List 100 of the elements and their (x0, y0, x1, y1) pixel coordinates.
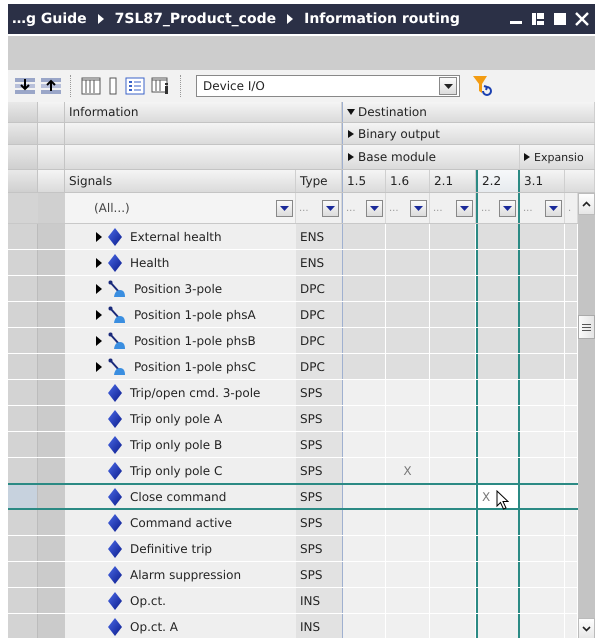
maximize-icon[interactable] (553, 12, 567, 26)
scroll-up-button[interactable] (578, 193, 595, 215)
column-header[interactable]: 2.2 (476, 170, 520, 192)
row-header-cell[interactable] (8, 224, 38, 249)
routing-cell[interactable] (476, 562, 520, 587)
row-header-cell[interactable] (8, 276, 38, 301)
switch-lever-icon (108, 332, 126, 350)
row-header-cell[interactable] (8, 562, 38, 587)
row-header-cell[interactable] (8, 536, 38, 561)
close-icon[interactable] (575, 12, 589, 26)
expand-arrow-icon[interactable] (96, 310, 102, 320)
scroll-down-button[interactable] (578, 618, 595, 638)
routing-cell[interactable]: X (476, 485, 520, 508)
routing-cell[interactable] (476, 588, 520, 613)
breadcrumb-item[interactable]: …g Guide (12, 11, 87, 27)
table-row[interactable]: Position 1-pole phsA DPC (8, 302, 578, 328)
expand-arrow-icon[interactable] (96, 336, 102, 346)
routing-cell[interactable] (476, 536, 520, 561)
expand-arrow-icon[interactable] (96, 362, 102, 372)
switch-lever-icon (108, 358, 126, 376)
column-group-header: Information (65, 102, 342, 122)
row-header-cell (38, 432, 65, 457)
row-header-cell[interactable] (8, 302, 38, 327)
routing-cell[interactable] (476, 432, 520, 457)
table-row[interactable]: Position 1-pole phsB DPC (8, 328, 578, 354)
signal-name: External health (130, 230, 222, 244)
row-header-cell[interactable] (8, 380, 38, 405)
row-header-cell (38, 302, 65, 327)
breadcrumb-arrow-icon (287, 14, 294, 24)
signal-type: SPS (296, 380, 342, 405)
view-dropdown[interactable]: Device I/O (196, 75, 460, 97)
column-header[interactable]: Signals (65, 170, 296, 192)
row-header-cell[interactable] (8, 614, 38, 638)
table-row[interactable]: External health ENS (8, 224, 578, 250)
routing-cell[interactable] (476, 250, 520, 275)
row-header-cell[interactable] (8, 328, 38, 353)
mouse-pointer-icon (496, 490, 509, 510)
table-row[interactable]: Alarm suppression SPS (8, 562, 578, 588)
diamond-icon (108, 462, 122, 480)
diamond-icon (108, 488, 122, 506)
routing-cell[interactable] (476, 510, 520, 535)
routing-cell[interactable] (476, 406, 520, 431)
column-header[interactable]: 1.5 (342, 170, 386, 192)
routing-cell[interactable] (476, 458, 520, 483)
row-header-cell[interactable] (8, 485, 38, 508)
column-group-header[interactable]: Destination (342, 102, 595, 122)
expand-arrow-icon[interactable] (96, 232, 102, 242)
column-group-header[interactable]: Base module (342, 145, 520, 169)
collapse-all-icon[interactable] (40, 76, 62, 96)
table-row[interactable]: Close command SPS X (8, 483, 578, 510)
dropdown-arrow-icon (370, 206, 379, 210)
row-header-cell[interactable] (8, 588, 38, 613)
grip-lines-icon (582, 324, 591, 330)
signal-type: INS (296, 588, 342, 613)
table-row[interactable]: Command active SPS (8, 510, 578, 536)
row-header-cell[interactable] (8, 354, 38, 379)
column-header[interactable]: 3.1 (520, 170, 565, 192)
table-row[interactable]: Position 3-pole DPC (8, 276, 578, 302)
switch-lever-icon (108, 280, 126, 298)
expand-arrow-icon[interactable] (96, 258, 102, 268)
routing-cell[interactable] (476, 276, 520, 301)
routing-cell[interactable] (476, 614, 520, 638)
breadcrumb-item[interactable]: 7SL87_Product_code (114, 11, 276, 27)
row-header-cell[interactable] (8, 432, 38, 457)
routing-cell[interactable] (476, 380, 520, 405)
table-row[interactable]: Trip only pole C SPS X (8, 458, 578, 484)
table-row[interactable]: Position 1-pole phsC DPC (8, 354, 578, 380)
expand-arrow-icon[interactable] (96, 284, 102, 294)
row-header-cell[interactable] (8, 510, 38, 535)
column-header[interactable]: 1.6 (386, 170, 430, 192)
signal-name: Position 1-pole phsC (134, 360, 256, 374)
filter-dropdown[interactable]: (All...) (65, 193, 296, 223)
table-row[interactable]: Trip only pole B SPS (8, 432, 578, 458)
row-header-cell[interactable] (8, 406, 38, 431)
routing-cell[interactable] (476, 302, 520, 327)
row-header-cell (38, 328, 65, 353)
table-row[interactable]: Trip only pole A SPS (8, 406, 578, 432)
column-group-header[interactable]: Expansio (520, 145, 595, 169)
routing-mark: X (403, 464, 412, 478)
routing-cell[interactable] (476, 224, 520, 249)
expand-all-icon[interactable] (14, 76, 36, 96)
filter-reset-icon[interactable] (472, 75, 492, 97)
row-header-cell[interactable] (8, 458, 38, 483)
split-window-icon[interactable] (531, 12, 545, 26)
columns-icon[interactable] (80, 76, 102, 96)
breadcrumb-item[interactable]: Information routing (304, 11, 460, 27)
table-row[interactable]: Op.ct. A INS (8, 614, 578, 638)
routing-cell[interactable] (476, 354, 520, 379)
table-row[interactable]: Op.ct. INS (8, 588, 578, 614)
signal-type: DPC (296, 328, 342, 353)
list-icon[interactable] (124, 76, 146, 96)
vertical-scrollbar[interactable] (578, 193, 595, 638)
row-header-cell[interactable] (8, 250, 38, 275)
column-header[interactable]: Type (296, 170, 342, 192)
scrollbar-thumb[interactable] (578, 315, 595, 339)
table-row[interactable]: Health ENS (8, 250, 578, 276)
table-row[interactable]: Trip/open cmd. 3-pole SPS (8, 380, 578, 406)
routing-cell[interactable] (476, 328, 520, 353)
table-row[interactable]: Definitive trip SPS (8, 536, 578, 562)
diamond-icon (108, 540, 122, 558)
